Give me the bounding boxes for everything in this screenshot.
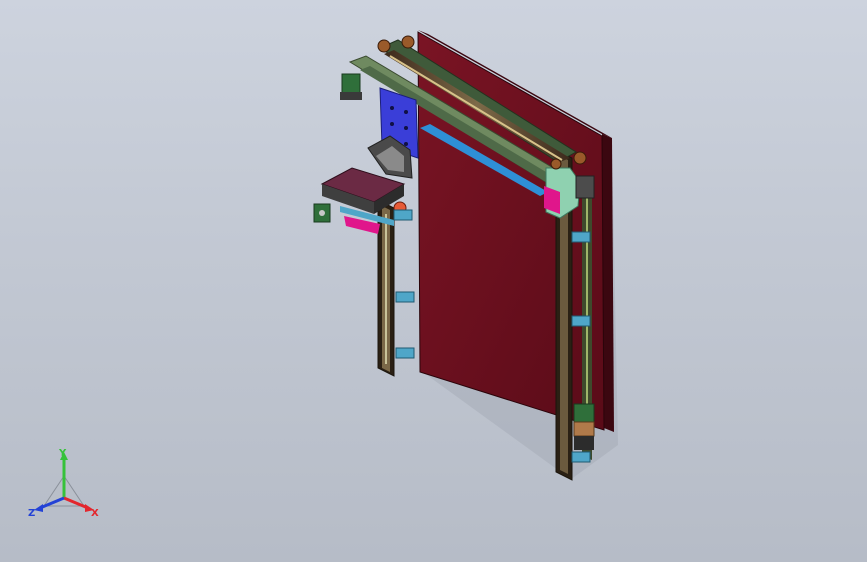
top-left-fitting[interactable] <box>377 39 391 53</box>
plate-hole <box>390 106 394 110</box>
left-rail-bracket[interactable] <box>395 347 415 359</box>
top-right-fitting[interactable] <box>401 35 415 49</box>
triad-y-label: Y <box>58 448 67 459</box>
gantry-assembly-model[interactable] <box>0 0 867 562</box>
plate-hole <box>404 126 408 130</box>
bottom-right-base <box>574 436 594 450</box>
plate-hole <box>404 142 408 146</box>
top-left-motor-cap <box>340 92 362 100</box>
left-rail-bracket[interactable] <box>395 291 415 303</box>
left-rail-bracket[interactable] <box>393 209 413 221</box>
cad-graphics-viewport[interactable]: Y X Z <box>0 0 867 562</box>
triad-z-label: Z <box>28 508 35 519</box>
right-rail-bracket[interactable] <box>571 451 591 463</box>
right-corner-fitting[interactable] <box>573 151 587 165</box>
right-rail-bracket[interactable] <box>571 315 591 327</box>
right-corner-fitting[interactable] <box>550 158 562 170</box>
carriage-motor-shaft <box>319 210 325 216</box>
plate-hole <box>390 122 394 126</box>
plate-hole <box>404 110 408 114</box>
bottom-right-coupling <box>573 421 595 437</box>
right-motor-block[interactable] <box>575 175 595 199</box>
triad-z-arrow <box>34 504 43 512</box>
right-rail-bracket[interactable] <box>571 231 591 243</box>
orientation-triad[interactable]: Y X Z <box>22 446 106 524</box>
triad-x-label: X <box>91 508 99 519</box>
bottom-right-motor[interactable] <box>573 403 595 423</box>
